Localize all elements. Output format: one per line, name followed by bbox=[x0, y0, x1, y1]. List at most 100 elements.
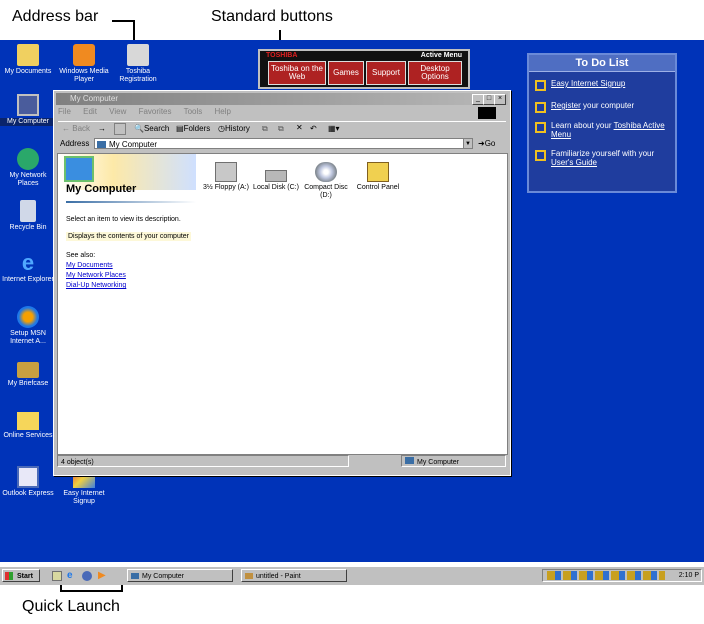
views-icon[interactable]: ▦▾ bbox=[328, 124, 340, 133]
active-menu-title: Active Menu bbox=[420, 52, 462, 59]
ie-quick-launch-icon[interactable]: e bbox=[67, 570, 73, 581]
computer-icon bbox=[17, 94, 39, 116]
task-paint[interactable]: untitled - Paint bbox=[241, 569, 347, 582]
active-menu-desktop-options-button[interactable]: Desktop Options bbox=[408, 61, 462, 85]
folder-icon bbox=[17, 412, 39, 430]
delete-icon[interactable]: ✕ bbox=[296, 123, 303, 132]
tray-icons[interactable] bbox=[547, 571, 665, 580]
desktop-icon-online-services[interactable]: Online Services bbox=[0, 412, 56, 440]
copy-to-icon[interactable]: ⧉ bbox=[278, 124, 284, 134]
address-field[interactable]: My Computer bbox=[94, 138, 464, 149]
windows-flag-icon bbox=[5, 572, 13, 580]
link-my-network-places[interactable]: My Network Places bbox=[66, 272, 126, 279]
status-object-count: 4 object(s) bbox=[57, 455, 349, 467]
outlook-icon bbox=[17, 466, 39, 488]
back-button[interactable]: ← Back bbox=[62, 124, 90, 133]
active-menu-games-button[interactable]: Games bbox=[328, 61, 364, 85]
standard-buttons-callout: Standard buttons bbox=[211, 8, 333, 25]
taskbar: Start e ▶ My Computer untitled - Paint 2… bbox=[0, 566, 704, 585]
menu-help[interactable]: Help bbox=[215, 107, 231, 116]
checkbox-icon bbox=[535, 80, 546, 91]
computer-icon bbox=[405, 457, 414, 464]
active-menu-toshiba-web-button[interactable]: Toshiba on the Web bbox=[268, 61, 326, 85]
menu-favorites[interactable]: Favorites bbox=[139, 107, 172, 116]
folders-button[interactable]: ▤Folders bbox=[176, 124, 210, 133]
hint-text: Select an item to view its description. bbox=[66, 216, 181, 223]
page-title: My Computer bbox=[66, 183, 137, 195]
quick-launch-toolbar: e ▶ bbox=[50, 570, 120, 582]
active-menu-brand: TOSHIBA bbox=[266, 52, 298, 59]
undo-icon[interactable]: ↶ bbox=[310, 124, 317, 133]
checkbox-icon bbox=[535, 122, 546, 133]
outlook-quick-launch-icon[interactable] bbox=[82, 571, 92, 581]
computer-icon bbox=[131, 573, 139, 579]
info-panel: My Computer Select an item to view its d… bbox=[58, 154, 196, 454]
see-also-label: See also: bbox=[66, 252, 96, 259]
history-button[interactable]: ◷History bbox=[218, 124, 250, 133]
close-button[interactable]: × bbox=[494, 94, 506, 105]
desktop-icon-toshiba-registration[interactable]: Toshiba Registration bbox=[110, 44, 166, 84]
menu-bar: File Edit View Favorites Tools Help bbox=[58, 107, 506, 119]
ie-icon: e bbox=[21, 250, 35, 275]
link-dial-up-networking[interactable]: Dial-Up Networking bbox=[66, 282, 126, 289]
active-menu-support-button[interactable]: Support bbox=[366, 61, 406, 85]
forward-button[interactable]: → bbox=[98, 124, 106, 133]
window-title-bar[interactable]: My Computer _ □ × bbox=[56, 93, 508, 105]
registration-icon bbox=[127, 44, 149, 66]
media-player-quick-launch-icon[interactable]: ▶ bbox=[98, 571, 106, 581]
drive-compact-disc[interactable]: Compact Disc (D:) bbox=[298, 162, 354, 200]
control-panel-icon bbox=[367, 162, 389, 182]
desktop-icon-recycle-bin[interactable]: Recycle Bin bbox=[0, 200, 56, 232]
floppy-drive-icon bbox=[215, 162, 237, 182]
address-dropdown-button[interactable]: ▼ bbox=[463, 138, 473, 149]
briefcase-icon bbox=[17, 362, 39, 378]
standard-buttons-toolbar: ← Back → 🔍Search ▤Folders ◷History ⧉ ⧉ ✕… bbox=[58, 121, 506, 136]
address-bar: Address My Computer ▼ ➜Go bbox=[58, 137, 506, 151]
cd-drive-icon bbox=[315, 162, 337, 182]
menu-edit[interactable]: Edit bbox=[83, 107, 97, 116]
desktop: My Documents My Computer My Network Plac… bbox=[0, 40, 704, 562]
desktop-icon-my-network-places[interactable]: My Network Places bbox=[0, 148, 56, 188]
show-desktop-icon[interactable] bbox=[52, 571, 62, 581]
msn-icon bbox=[17, 306, 39, 328]
checkbox-icon bbox=[535, 150, 546, 161]
network-icon bbox=[17, 148, 39, 170]
search-button[interactable]: 🔍Search bbox=[134, 124, 169, 133]
desktop-icon-outlook-express[interactable]: Outlook Express bbox=[0, 466, 56, 498]
hard-disk-icon bbox=[265, 170, 287, 182]
link-my-documents[interactable]: My Documents bbox=[66, 262, 113, 269]
address-label: Address bbox=[60, 139, 90, 148]
todo-list-panel: To Do List Easy Internet Signup Register… bbox=[527, 53, 677, 193]
drive-local-disk[interactable]: Local Disk (C:) bbox=[248, 162, 304, 192]
todo-list-title: To Do List bbox=[529, 55, 675, 72]
address-bar-callout: Address bar bbox=[12, 8, 99, 25]
move-to-icon[interactable]: ⧉ bbox=[262, 124, 268, 134]
paint-icon bbox=[245, 573, 253, 579]
status-zone: My Computer bbox=[401, 455, 506, 467]
address-computer-icon bbox=[97, 141, 106, 148]
drive-floppy[interactable]: 3½ Floppy (A:) bbox=[198, 162, 254, 192]
menu-file[interactable]: File bbox=[58, 107, 71, 116]
clock[interactable]: 2:10 P bbox=[679, 570, 699, 581]
desktop-icon-my-briefcase[interactable]: My Briefcase bbox=[0, 362, 56, 388]
desktop-icon-internet-explorer[interactable]: e Internet Explorer bbox=[0, 252, 56, 284]
drive-control-panel[interactable]: Control Panel bbox=[350, 162, 406, 192]
task-my-computer[interactable]: My Computer bbox=[127, 569, 233, 582]
quick-launch-callout: Quick Launch bbox=[22, 598, 120, 615]
up-button[interactable] bbox=[114, 123, 126, 135]
menu-tools[interactable]: Tools bbox=[184, 107, 203, 116]
computer-icon bbox=[64, 156, 94, 182]
desktop-icon-my-documents[interactable]: My Documents bbox=[0, 44, 56, 76]
go-button[interactable]: ➜Go bbox=[478, 139, 495, 148]
media-player-icon bbox=[73, 44, 95, 66]
my-computer-window: My Computer _ □ × File Edit View Favorit… bbox=[53, 90, 511, 476]
status-bar: 4 object(s) My Computer bbox=[57, 455, 506, 468]
menu-view[interactable]: View bbox=[109, 107, 126, 116]
start-button[interactable]: Start bbox=[2, 569, 40, 582]
folder-docs-icon bbox=[17, 44, 39, 66]
desktop-icon-setup-msn[interactable]: Setup MSN Internet A... bbox=[0, 306, 56, 346]
desktop-icon-windows-media-player[interactable]: Windows Media Player bbox=[56, 44, 112, 84]
windows-logo-icon bbox=[478, 107, 496, 119]
desktop-icon-my-computer[interactable]: My Computer bbox=[0, 94, 56, 126]
system-tray: 2:10 P bbox=[542, 569, 702, 582]
